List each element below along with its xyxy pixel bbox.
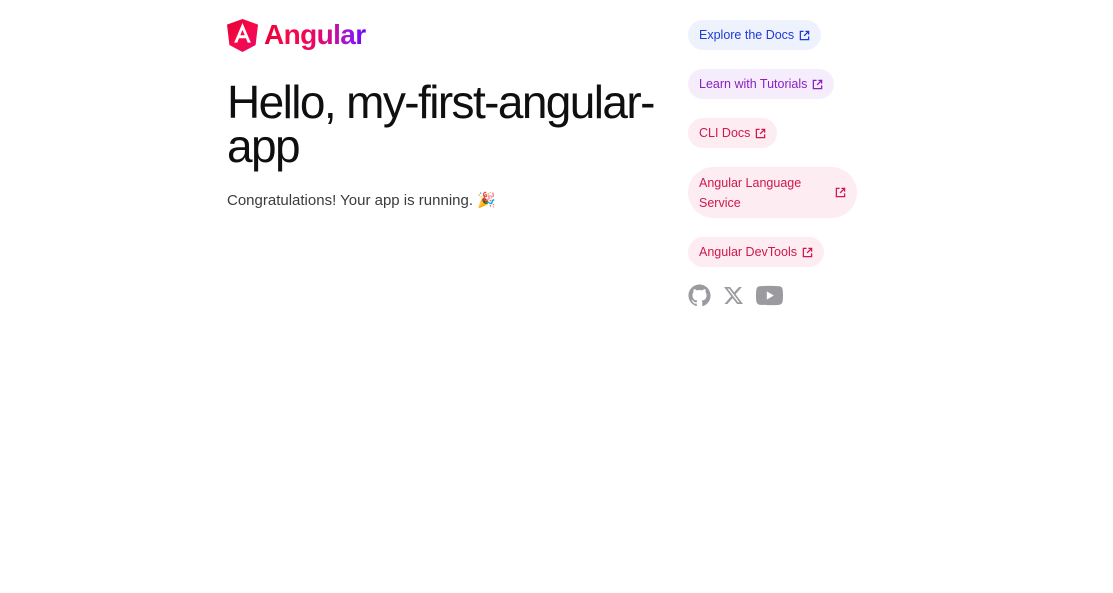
youtube-link[interactable] [756, 285, 783, 306]
external-link-icon [813, 79, 823, 89]
x-link[interactable] [723, 285, 744, 306]
github-icon [688, 284, 711, 307]
link-label: Angular DevTools [699, 245, 797, 259]
page: Angular Hello, my-first-angular-app Cong… [0, 0, 1113, 593]
devtools-link[interactable]: Angular DevTools [688, 237, 824, 267]
external-link-icon [802, 247, 813, 257]
link-label: Angular Language Service [699, 175, 802, 210]
cli-docs-link[interactable]: CLI Docs [688, 118, 778, 148]
page-title: Hello, my-first-angular-app [227, 76, 655, 172]
external-link-icon [835, 187, 846, 198]
angular-logo-icon [227, 18, 258, 52]
angular-logo-link[interactable]: Angular [227, 18, 657, 52]
social-links [688, 284, 888, 307]
explore-docs-link[interactable]: Explore the Docs [688, 20, 822, 50]
youtube-icon [756, 285, 783, 306]
learn-tutorials-link[interactable]: Learn with Tutorials [688, 69, 835, 99]
main-content: Angular Hello, my-first-angular-app Cong… [227, 18, 657, 211]
external-link-icon [756, 128, 766, 138]
link-label: Learn with Tutorials [699, 77, 808, 91]
language-service-link[interactable]: Angular Language Service [688, 167, 857, 218]
resource-links: Explore the Docs Learn with Tutorials CL… [688, 20, 888, 307]
github-link[interactable] [688, 284, 711, 307]
external-link-icon [799, 30, 810, 40]
angular-wordmark: Angular [264, 19, 366, 50]
status-message: Congratulations! Your app is running. 🎉 [227, 192, 496, 209]
link-label: CLI Docs [699, 126, 751, 140]
link-label: Explore the Docs [699, 28, 795, 42]
x-icon [724, 286, 743, 305]
